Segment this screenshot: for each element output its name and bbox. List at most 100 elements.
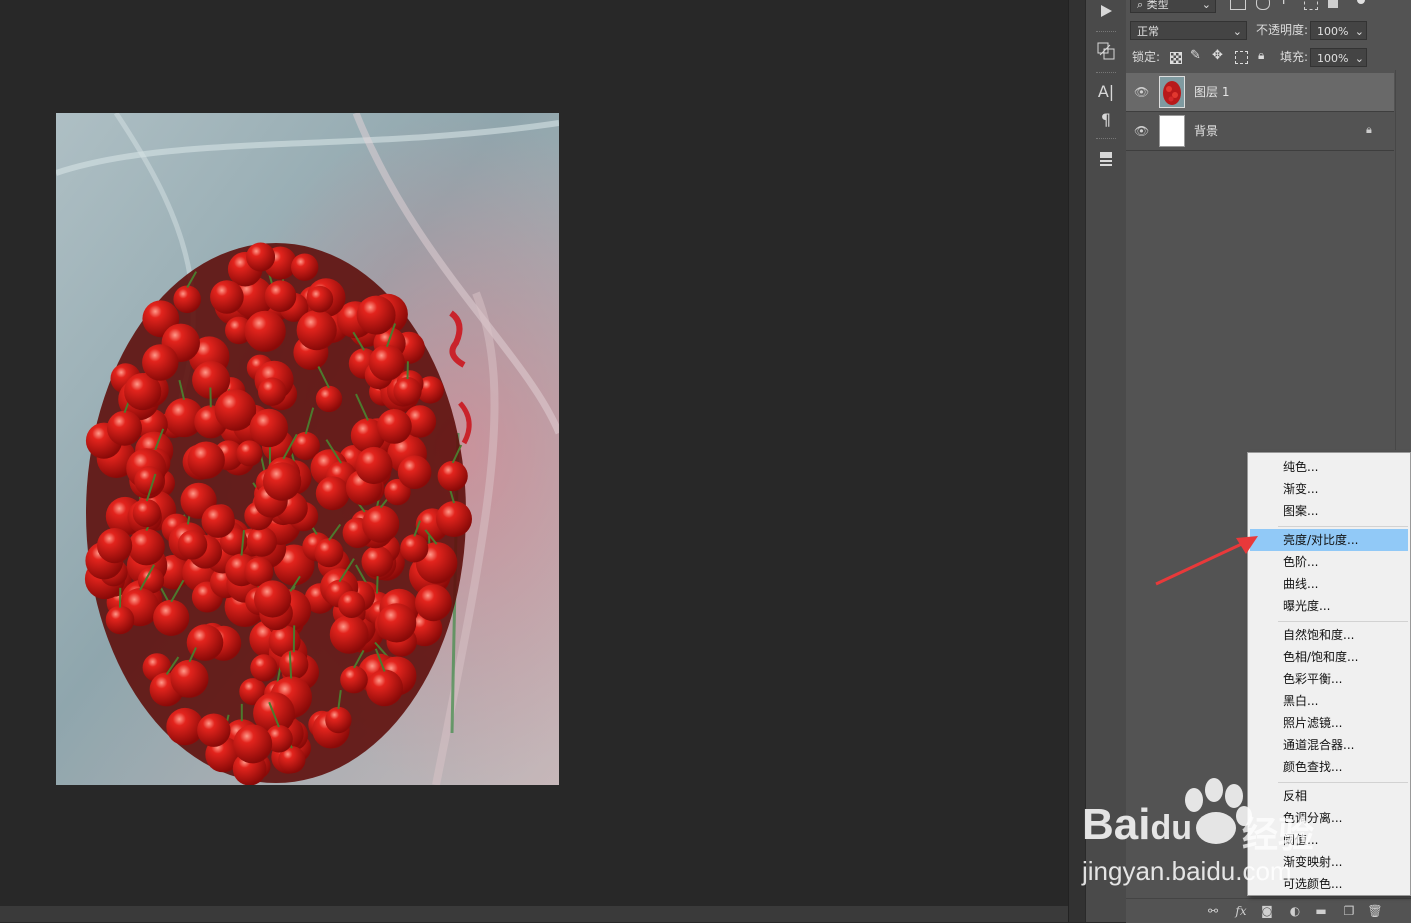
clone-source-icon[interactable] bbox=[1094, 40, 1118, 62]
panel-grip[interactable] bbox=[1096, 31, 1116, 34]
cherry bbox=[142, 344, 178, 380]
menu-item-channel-mixer[interactable]: 通道混合器... bbox=[1250, 734, 1408, 756]
menu-item-color-balance[interactable]: 色彩平衡... bbox=[1250, 668, 1408, 690]
cherry bbox=[265, 280, 297, 312]
lock-position-icon[interactable]: ✥ bbox=[1212, 48, 1223, 63]
lock-all-icon[interactable]: 🔒︎ bbox=[1258, 48, 1264, 63]
cherry bbox=[178, 530, 208, 560]
lock-artboard-icon[interactable] bbox=[1235, 51, 1248, 64]
chevron-down-icon: ⌄ bbox=[1355, 22, 1364, 41]
lock-icon: 🔒︎ bbox=[1366, 123, 1372, 137]
blend-mode-value: 正常 bbox=[1137, 25, 1159, 38]
cherry bbox=[171, 660, 209, 698]
cherry bbox=[357, 296, 396, 335]
blend-mode-select[interactable]: 正常 ⌄ bbox=[1130, 21, 1247, 40]
chevron-down-icon: ⌄ bbox=[1355, 49, 1364, 68]
layer-name[interactable]: 背景 bbox=[1194, 112, 1218, 150]
menu-item-invert[interactable]: 反相 bbox=[1250, 785, 1408, 807]
new-group-icon[interactable]: ▬ bbox=[1312, 902, 1330, 920]
cherries-photo[interactable] bbox=[56, 113, 559, 785]
layer-filter-select[interactable]: ⌕ 类型 ⌄ bbox=[1130, 0, 1216, 13]
menu-item-vibrance[interactable]: 自然饱和度... bbox=[1250, 624, 1408, 646]
lock-image-pixels-icon[interactable]: ✎ bbox=[1190, 48, 1201, 63]
menu-item-pattern[interactable]: 图案... bbox=[1250, 500, 1408, 522]
menu-item-black-white[interactable]: 黑白... bbox=[1250, 690, 1408, 712]
chevron-down-icon: ⌄ bbox=[1233, 22, 1242, 41]
delete-layer-icon[interactable]: 🗑︎ bbox=[1366, 902, 1384, 920]
cherry bbox=[366, 670, 403, 707]
cherry bbox=[291, 254, 318, 281]
cherry bbox=[202, 505, 235, 538]
cherry bbox=[210, 280, 244, 314]
chevron-down-icon: ⌄ bbox=[1202, 0, 1211, 14]
menu-item-levels[interactable]: 色阶... bbox=[1250, 551, 1408, 573]
panel-divider[interactable] bbox=[1068, 0, 1085, 922]
filter-toggle-icon[interactable] bbox=[1357, 0, 1365, 4]
cherries-photo-graphic bbox=[56, 113, 559, 785]
opacity-value: 100% bbox=[1317, 25, 1348, 38]
link-layers-icon[interactable]: ⚯ bbox=[1204, 902, 1222, 920]
fill-field[interactable]: 100% ⌄ bbox=[1310, 48, 1367, 67]
add-mask-icon[interactable]: ◙ bbox=[1258, 902, 1276, 920]
adjustment-layer-icon[interactable]: ◐ bbox=[1286, 902, 1304, 920]
layers-scrollbar[interactable] bbox=[1395, 70, 1411, 450]
menu-item-color-lookup[interactable]: 颜色查找... bbox=[1250, 756, 1408, 778]
layer-thumbnail bbox=[1159, 76, 1185, 108]
cherry bbox=[316, 476, 350, 510]
opacity-field[interactable]: 100% ⌄ bbox=[1310, 21, 1367, 40]
menu-item-brightness-contrast[interactable]: 亮度/对比度... bbox=[1250, 529, 1408, 551]
menu-item-selective-color[interactable]: 可选颜色... bbox=[1250, 873, 1408, 895]
menu-item-exposure[interactable]: 曝光度... bbox=[1250, 595, 1408, 617]
cherry bbox=[258, 378, 286, 406]
lock-transparent-pixels-icon[interactable] bbox=[1170, 52, 1182, 64]
cherry bbox=[330, 615, 369, 654]
cherry bbox=[369, 345, 405, 381]
panel-grip[interactable] bbox=[1096, 138, 1116, 141]
cherry bbox=[236, 440, 262, 466]
paragraph-icon[interactable]: ¶ bbox=[1094, 108, 1118, 130]
cherry bbox=[233, 724, 272, 763]
cherry bbox=[314, 538, 343, 567]
layer-name[interactable]: 图层 1 bbox=[1194, 73, 1229, 111]
layer-row-layer1[interactable]: 👁︎ 图层 1 bbox=[1126, 73, 1394, 112]
menu-item-gradient[interactable]: 渐变... bbox=[1250, 478, 1408, 500]
menu-item-gradient-map[interactable]: 渐变映射... bbox=[1250, 851, 1408, 873]
cherry bbox=[106, 606, 135, 635]
menu-item-hue-saturation[interactable]: 色相/饱和度... bbox=[1250, 646, 1408, 668]
filter-type-icon[interactable]: T bbox=[1280, 0, 1287, 7]
filter-pixel-icon[interactable] bbox=[1230, 0, 1246, 10]
eye-icon[interactable]: 👁︎ bbox=[1134, 85, 1148, 99]
cherry bbox=[398, 455, 432, 489]
menu-item-solid-color[interactable]: 纯色... bbox=[1250, 456, 1408, 478]
opacity-label: 不透明度: bbox=[1256, 21, 1308, 40]
panel-grip[interactable] bbox=[1096, 72, 1116, 75]
filter-smart-object-icon[interactable] bbox=[1328, 0, 1338, 8]
annotation-arrow-icon bbox=[1150, 528, 1260, 590]
new-layer-icon[interactable]: ❐ bbox=[1340, 902, 1358, 920]
adjustment-layer-menu: 纯色... 渐变... 图案... 亮度/对比度... 色阶... 曲线... … bbox=[1247, 452, 1411, 896]
filter-adjustment-icon[interactable] bbox=[1256, 0, 1270, 10]
play-icon[interactable] bbox=[1094, 0, 1118, 22]
cherry bbox=[246, 243, 275, 272]
menu-item-threshold[interactable]: 阈值... bbox=[1250, 829, 1408, 851]
fx-icon[interactable]: fx bbox=[1232, 902, 1250, 920]
character-icon[interactable]: A| bbox=[1094, 80, 1118, 102]
cherry bbox=[97, 528, 132, 563]
cherry bbox=[338, 591, 365, 618]
menu-item-curves[interactable]: 曲线... bbox=[1250, 573, 1408, 595]
menu-separator bbox=[1278, 782, 1408, 783]
layer-thumbnail bbox=[1159, 115, 1185, 147]
menu-item-posterize[interactable]: 色调分离... bbox=[1250, 807, 1408, 829]
cherry bbox=[245, 311, 286, 352]
menu-item-photo-filter[interactable]: 照片滤镜... bbox=[1250, 712, 1408, 734]
cherry bbox=[247, 527, 277, 557]
eye-icon[interactable]: 👁︎ bbox=[1134, 124, 1148, 138]
cherry bbox=[377, 603, 416, 642]
cherry bbox=[263, 462, 301, 500]
filter-shape-icon[interactable] bbox=[1304, 0, 1318, 10]
properties-icon[interactable] bbox=[1094, 148, 1118, 170]
cherry bbox=[134, 466, 163, 495]
layer-row-background[interactable]: 👁︎ 背景 🔒︎ bbox=[1126, 112, 1394, 151]
cherry bbox=[128, 529, 165, 566]
cherry bbox=[362, 506, 399, 543]
